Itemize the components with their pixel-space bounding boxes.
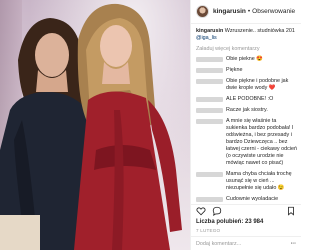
comment-text: Mama chyba chciała trochę usunąć się w c… [226,171,292,191]
comment-username-redacted [196,197,223,202]
caption-tag[interactable]: @iga_lis [196,35,217,41]
comments-list: kingarusin Wzruszenie.. studniówka 201 @… [191,24,301,206]
add-comment-bar: Dodaj komentarz... ··· [191,236,301,250]
post-side-panel: kingarusin • Obserwowanie kingarusin Wzr… [190,0,301,250]
comment-text: Racze jak siostry. [226,107,268,113]
action-bar [191,204,301,218]
caption-text: Wzruszenie.. studniówka 201 [224,28,295,34]
comment: ALE PODOBNE! :O [196,96,298,103]
comment-username-redacted [196,119,223,124]
more-dots-icon[interactable]: ··· [291,241,296,247]
add-comment-input[interactable]: Dodaj komentarz... [196,241,241,247]
post-date: 7 LUTEGO [196,228,221,233]
header-username[interactable]: kingarusin [213,8,246,15]
comment: Mama chyba chciała trochę usunąć się w c… [196,171,298,192]
bookmark-icon[interactable] [286,203,296,221]
people-illustration [0,3,182,250]
comment: A mnie się właśnie ta sukienka bardzo po… [196,118,298,167]
caption-username[interactable]: kingarusin [196,28,223,34]
caption: kingarusin Wzruszenie.. studniówka 201 @… [196,28,298,42]
comment-text: Obie piękne i podobne jak dwie krople wo… [226,78,289,91]
post-photo [0,0,190,250]
comment-text: A mnie się właśnie ta sukienka bardzo po… [226,118,298,166]
comment-username-redacted [196,57,223,62]
comment-icon[interactable] [212,203,222,221]
comment-text: Obie piekne 😍 [226,56,263,62]
comment-text: ALE PODOBNE! :O [226,96,274,102]
avatar[interactable] [196,5,209,18]
comment-username-redacted [196,172,223,177]
heart-icon[interactable] [196,203,206,221]
comment-username-redacted [196,79,223,84]
likes-count[interactable]: Liczba polubień: 23 984 [196,219,263,225]
post-header: kingarusin • Obserwowanie [191,0,301,24]
comment-text: Piękne [226,67,243,73]
separator-dot: • [247,8,251,15]
comment: Racze jak siostry. [196,107,298,114]
load-more-comments[interactable]: Załaduj więcej komentarzy [196,46,298,52]
follow-button[interactable]: Obserwowanie [252,8,295,15]
comment: Piękne [196,67,298,74]
comment-text: Cudownie wyoladacie [226,196,279,202]
comment: Obie piękne i podobne jak dwie krople wo… [196,78,298,92]
comment: Obie piekne 😍 [196,56,298,63]
comment-username-redacted [196,97,223,102]
comment-username-redacted [196,68,223,73]
comment-username-redacted [196,108,223,113]
